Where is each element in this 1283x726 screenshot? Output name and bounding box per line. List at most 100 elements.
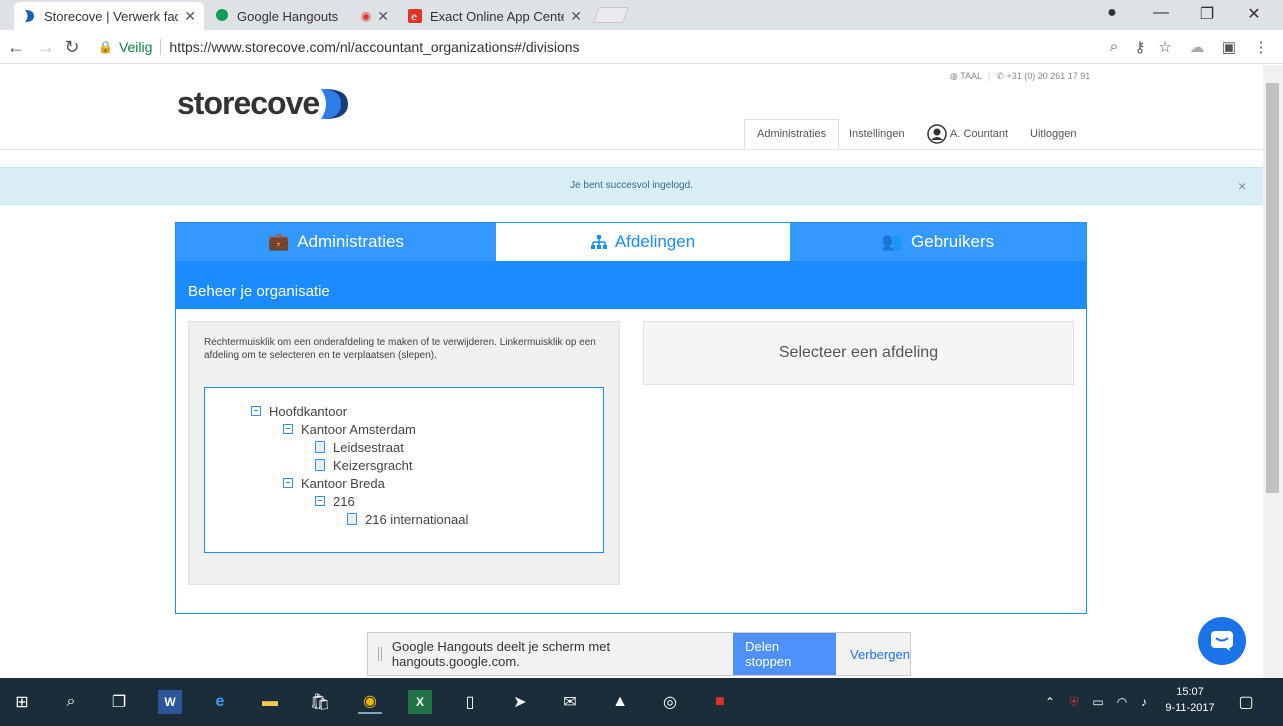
restore-icon[interactable]: ❐ (1192, 4, 1222, 24)
battery-icon[interactable]: ▭ (1086, 690, 1110, 714)
file-explorer-icon[interactable]: ▬ (258, 690, 282, 714)
nav-label: Instellingen (849, 128, 905, 140)
photos-icon[interactable]: ▲ (608, 690, 632, 714)
tree-node-kantoor-breda[interactable]: Kantoor Breda (283, 474, 385, 492)
tree-node-hoofdkantoor[interactable]: Hoofdkantoor (251, 402, 347, 420)
notifications-icon[interactable]: ▢ (1234, 690, 1258, 714)
nav-uitloggen[interactable]: Uitloggen (1030, 119, 1076, 149)
secure-label: Veilig (118, 39, 153, 55)
node-label: Keizersgracht (333, 457, 413, 473)
url-text: https://www.storecove.com/nl/accountant_… (169, 39, 580, 55)
chat-launcher-button[interactable] (1198, 617, 1246, 665)
drag-handle-icon[interactable] (378, 647, 382, 661)
tab-gebruikers[interactable]: 👥 Gebruikers (790, 223, 1086, 261)
divider (160, 39, 162, 55)
collapse-icon[interactable] (315, 496, 325, 506)
minimize-icon[interactable]: — (1146, 4, 1176, 22)
nav-label: Uitloggen (1030, 128, 1077, 140)
division-tree-container: Rechtermuisklik om een onderafdeling te … (188, 321, 620, 585)
camera-icon[interactable]: ◎ (658, 690, 682, 714)
phone-info: ✆ +31 (0) 20 261 17 91 (996, 71, 1091, 81)
exact-favicon-icon: e (408, 9, 422, 23)
help-text: Rechtermuisklik om een onderafdeling te … (204, 337, 596, 361)
cloud-extension-icon[interactable]: ☁ (1187, 38, 1207, 56)
menu-icon[interactable]: ⋮ (1251, 38, 1271, 56)
tab-hangouts[interactable]: Google Hangouts ◉ ✕ (207, 2, 397, 30)
bookmark-star-icon[interactable]: ☆ (1155, 38, 1175, 56)
close-tab-icon[interactable]: ✕ (570, 8, 582, 25)
nav-administraties[interactable]: Administraties (744, 119, 840, 149)
lang-label: TAAL (960, 71, 983, 81)
system-clock[interactable]: 15:07 9-11-2017 (1160, 684, 1220, 716)
task-view-icon[interactable]: ❐ (107, 690, 131, 714)
node-label: Hoofdkantoor (269, 403, 348, 419)
svg-text:e: e (411, 12, 417, 23)
tab-label: Afdelingen (614, 232, 696, 251)
show-hidden-icons[interactable]: ⌃ (1038, 690, 1062, 714)
success-alert: Je bent succesvol ingelogd. × (0, 167, 1263, 205)
language-link[interactable]: ◍ TAAL (950, 71, 982, 82)
hangouts-favicon-icon (216, 9, 228, 21)
collapse-icon[interactable] (283, 424, 293, 434)
zoom-icon[interactable]: ⌕ (1104, 38, 1124, 55)
security-icon[interactable]: ⛨ (1062, 690, 1086, 714)
edge-icon[interactable]: e (208, 690, 232, 714)
extension-icon[interactable]: ▣ (1219, 38, 1239, 56)
storecove-logo[interactable]: storecove (177, 85, 349, 122)
collapse-icon[interactable] (283, 478, 293, 488)
tab-administraties[interactable]: 💼 Administraties (176, 223, 496, 261)
tree-node-leidsestraat[interactable]: Leidsestraat (315, 438, 404, 456)
tab-label: Gebruikers (911, 232, 995, 251)
panel-heading: Beheer je organisatie (176, 261, 1086, 309)
app-icon[interactable]: ➤ (508, 690, 532, 714)
close-tab-icon[interactable]: ✕ (184, 8, 196, 25)
excel-icon[interactable]: X (408, 690, 432, 714)
alert-message: Je bent succesvol ingelogd. (570, 180, 693, 191)
nav-label: Administraties (757, 128, 827, 140)
stop-sharing-button[interactable]: Delen stoppen (733, 633, 836, 675)
office-icon (315, 441, 325, 453)
address-bar[interactable]: 🔒 Veilig https://www.storecove.com/nl/ac… (90, 34, 1180, 60)
mail-icon[interactable]: ✉ (558, 690, 582, 714)
forward-icon[interactable]: → (36, 37, 56, 58)
tree-node-216[interactable]: 216 (315, 492, 355, 510)
new-tab-button[interactable] (593, 7, 629, 23)
scrollbar-thumb[interactable] (1266, 83, 1279, 493)
office-icon (347, 513, 357, 525)
exact-app-icon[interactable]: ■ (708, 690, 732, 714)
chrome-icon[interactable]: ◉ (358, 690, 382, 714)
reload-icon[interactable]: ↻ (62, 37, 82, 58)
recording-icon: ◉ (360, 9, 372, 23)
logo-mark-icon (321, 88, 349, 119)
store-icon[interactable]: 🛍 (308, 690, 332, 714)
key-icon[interactable]: ⚷ (1130, 38, 1150, 56)
wifi-icon[interactable]: ◠ (1110, 690, 1134, 714)
close-window-icon[interactable]: ✕ (1239, 4, 1269, 24)
windows-start-icon[interactable]: ⊞ (10, 690, 34, 714)
nav-instellingen[interactable]: Instellingen (849, 119, 905, 149)
clock-time: 15:07 (1176, 686, 1204, 698)
collapse-icon[interactable] (251, 406, 261, 416)
tree-node-kantoor-amsterdam[interactable]: Kantoor Amsterdam (283, 420, 416, 438)
close-alert-icon[interactable]: × (1238, 178, 1246, 194)
briefcase-icon: 💼 (268, 232, 290, 251)
close-tab-icon[interactable]: ✕ (377, 8, 389, 25)
sitemap-icon (590, 235, 607, 249)
tree-node-216-internationaal[interactable]: 216 internationaal (347, 510, 468, 528)
screen-share-bar: Google Hangouts deelt je scherm met hang… (367, 632, 911, 676)
page-scrollbar[interactable] (1263, 65, 1283, 678)
notepad-icon[interactable]: ▯ (458, 690, 482, 714)
word-icon[interactable]: W (158, 690, 182, 714)
back-icon[interactable]: ← (6, 37, 26, 58)
division-tree[interactable]: Hoofdkantoor Kantoor Amsterdam Leidsestr… (204, 387, 604, 553)
profile-icon[interactable]: ● (1097, 4, 1127, 22)
tab-afdelingen[interactable]: Afdelingen (496, 223, 790, 261)
search-icon[interactable]: ⌕ (59, 690, 83, 714)
nav-user[interactable]: A. Countant (927, 119, 1008, 149)
hide-button[interactable]: Verbergen (850, 647, 910, 662)
tab-storecove[interactable]: Storecove | Verwerk factu ✕ (14, 2, 204, 30)
volume-icon[interactable]: ♪ (1132, 690, 1156, 714)
user-avatar-icon (927, 124, 947, 144)
tab-exact[interactable]: e Exact Online App Center ✕ (400, 2, 590, 30)
tree-node-keizersgracht[interactable]: Keizersgracht (315, 456, 412, 474)
